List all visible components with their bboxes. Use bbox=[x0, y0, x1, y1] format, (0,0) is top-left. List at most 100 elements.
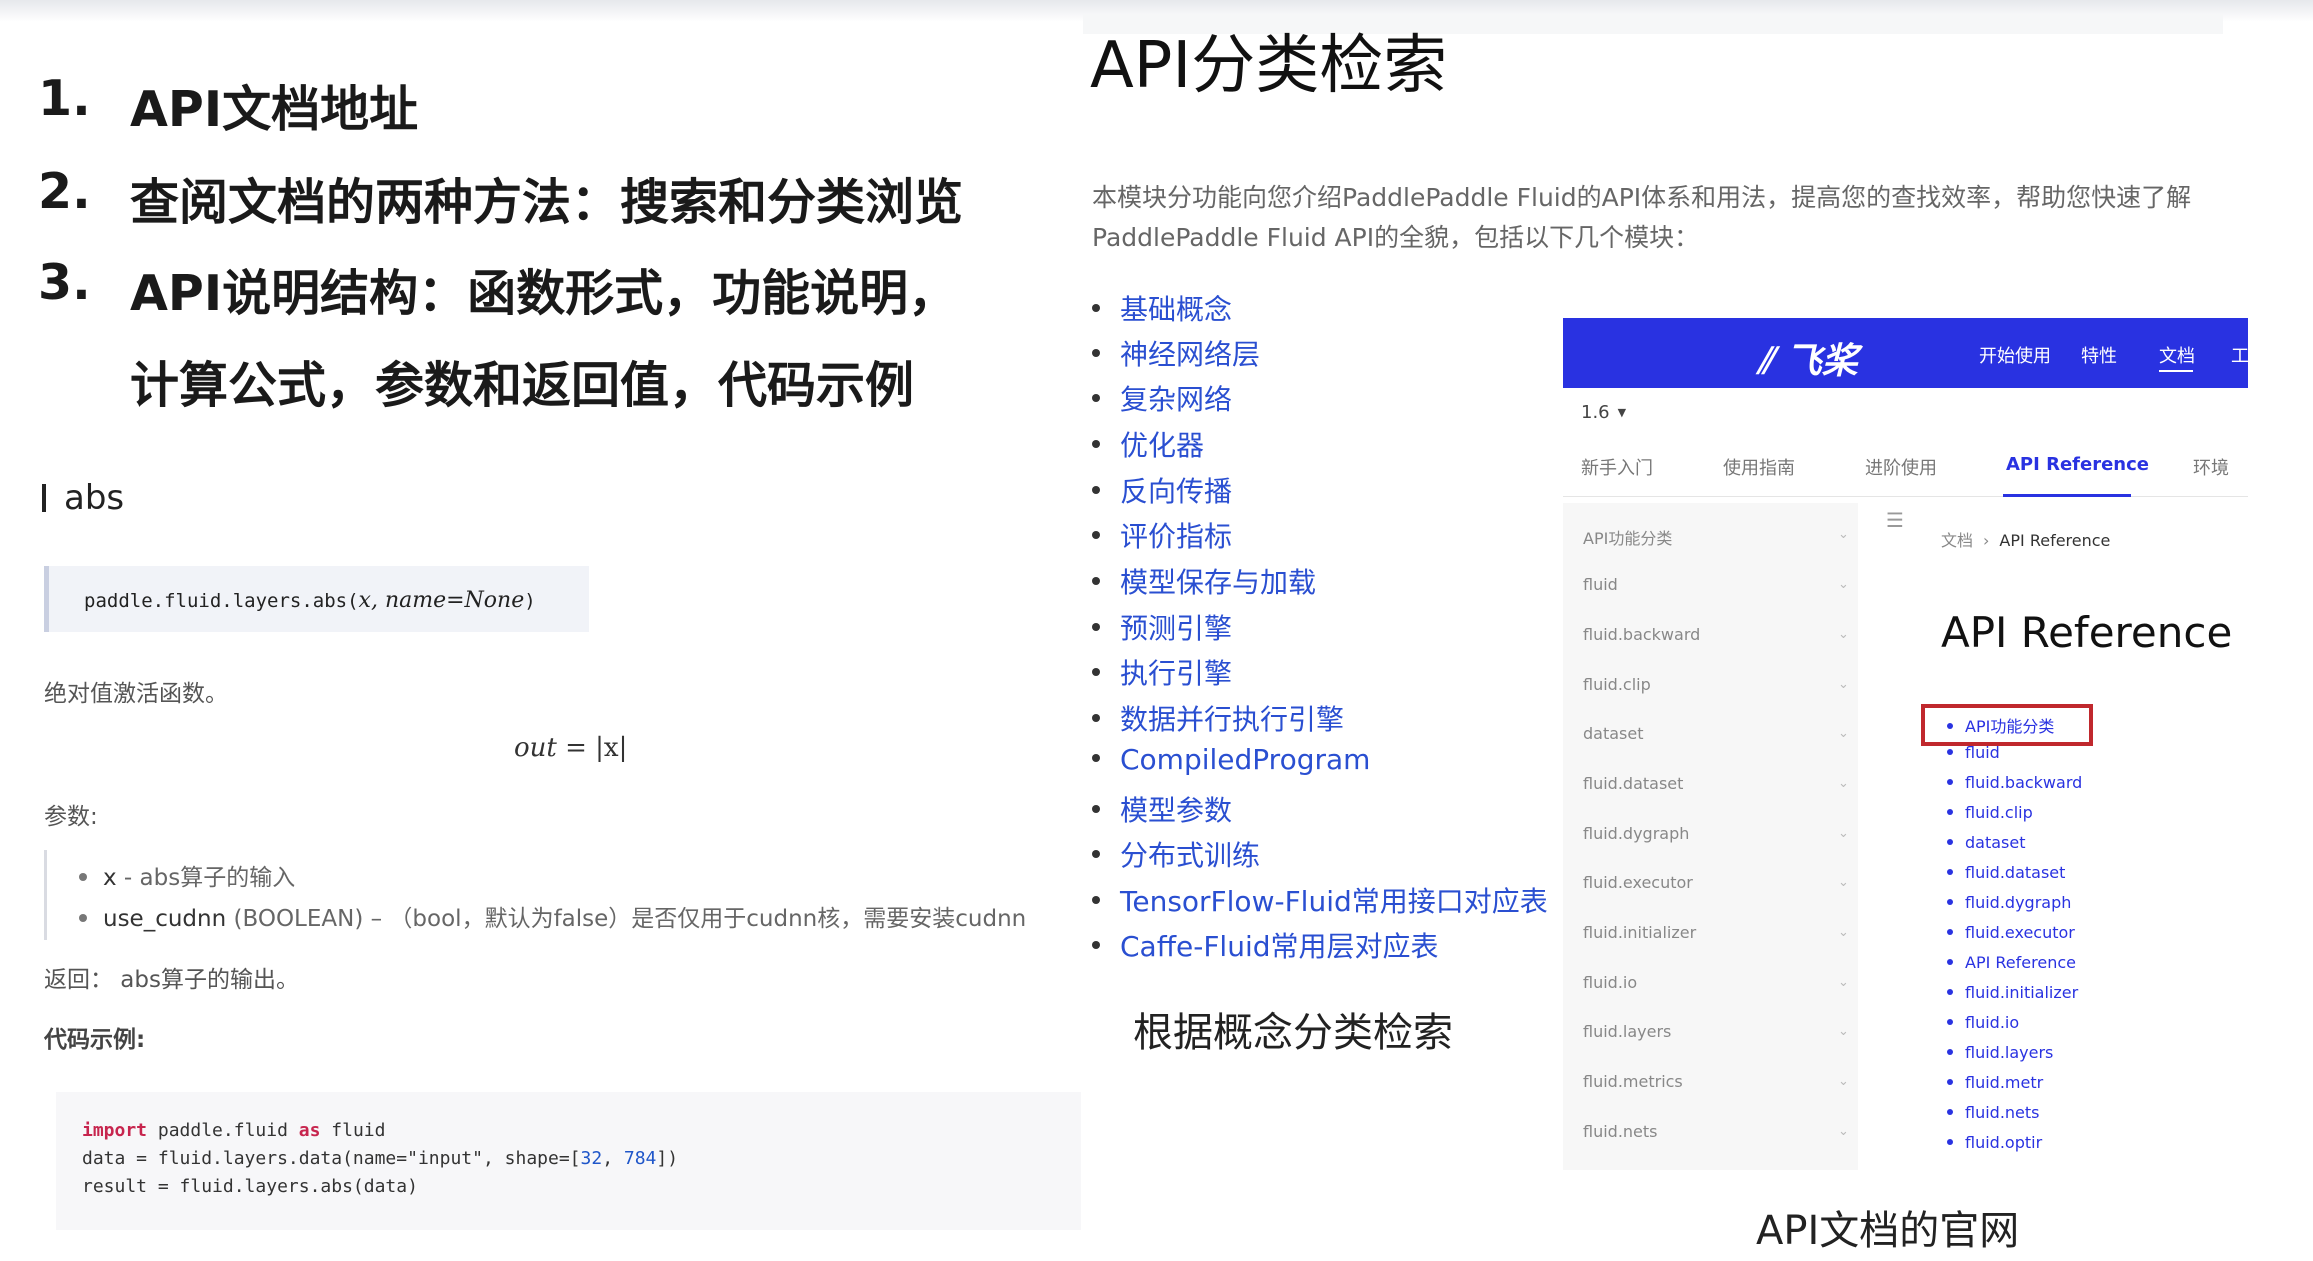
toc-link[interactable]: API Reference bbox=[1947, 953, 2076, 972]
category-link[interactable]: 评价指标 bbox=[1092, 515, 1232, 555]
chevron-down-icon: ⌄ bbox=[1838, 1024, 1849, 1039]
toc-label: fluid.executor bbox=[1965, 923, 2075, 942]
bullet-icon bbox=[1092, 394, 1100, 402]
sidebar-item[interactable]: fluid.io bbox=[1583, 973, 1637, 992]
version-select[interactable]: 1.6 ▼ bbox=[1581, 402, 1626, 423]
category-link[interactable]: 数据并行执行引擎 bbox=[1092, 698, 1344, 738]
sidebar-item[interactable]: fluid.nets bbox=[1583, 1122, 1658, 1141]
bullet-icon bbox=[1092, 531, 1100, 539]
code-line: result = fluid.layers.abs(data) bbox=[82, 1176, 418, 1197]
category-link[interactable]: 复杂网络 bbox=[1092, 378, 1232, 418]
tab-item[interactable]: 进阶使用 bbox=[1865, 454, 1937, 480]
bullet-icon bbox=[1947, 809, 1953, 815]
tab-item[interactable]: 使用指南 bbox=[1723, 454, 1795, 480]
category-link[interactable]: 分布式训练 bbox=[1092, 834, 1260, 874]
bullet-icon bbox=[1947, 959, 1953, 965]
paddle-logo[interactable]: ⫽ 飞桨 bbox=[1757, 332, 1858, 384]
bullet-icon bbox=[1947, 1049, 1953, 1055]
bullet-icon bbox=[79, 873, 87, 881]
toc-label: dataset bbox=[1965, 833, 2026, 852]
chevron-down-icon: ⌄ bbox=[1838, 1074, 1849, 1089]
sidebar-item[interactable]: fluid.executor bbox=[1583, 873, 1693, 892]
outline-text: 计算公式，参数和返回值，代码示例 bbox=[130, 357, 915, 414]
code-text: data = fluid.layers.data(name="input", s… bbox=[82, 1148, 581, 1169]
sidebar-item[interactable]: fluid.layers bbox=[1583, 1022, 1671, 1041]
category-link[interactable]: TensorFlow-Fluid常用接口对应表 bbox=[1092, 880, 1548, 920]
keyword: as bbox=[298, 1120, 321, 1141]
toc-link[interactable]: fluid.dygraph bbox=[1947, 893, 2071, 912]
number: 32 bbox=[580, 1148, 603, 1169]
bullet-icon bbox=[1092, 941, 1100, 949]
sidebar-item[interactable]: API功能分类 bbox=[1583, 525, 1672, 549]
category-link[interactable]: 执行引擎 bbox=[1092, 652, 1232, 692]
sidebar-item[interactable]: fluid.backward bbox=[1583, 625, 1700, 644]
category-label: 优化器 bbox=[1120, 429, 1205, 462]
category-link[interactable]: Caffe-Fluid常用层对应表 bbox=[1092, 925, 1439, 965]
sidebar-item[interactable]: fluid bbox=[1583, 575, 1618, 594]
site-sidebar: API功能分类 ⌄ fluid ⌄ fluid.backward ⌄ fluid.cl… bbox=[1563, 503, 1858, 1170]
outline-text: API说明结构：函数形式，功能说明， bbox=[130, 265, 958, 322]
sidebar-item[interactable]: dataset bbox=[1583, 724, 1644, 743]
formula-lhs: out bbox=[514, 733, 557, 763]
nav-item[interactable]: 文档 bbox=[2159, 342, 2195, 368]
signature-code: paddle.fluid.layers.abs(x, name=None) bbox=[84, 588, 536, 613]
bullet-icon bbox=[1947, 1019, 1953, 1025]
category-link[interactable]: 预测引擎 bbox=[1092, 607, 1232, 647]
category-link[interactable]: 模型参数 bbox=[1092, 789, 1232, 829]
chevron-down-icon: ⌄ bbox=[1838, 875, 1849, 890]
bullet-icon bbox=[1947, 899, 1953, 905]
breadcrumb-root[interactable]: 文档 bbox=[1941, 531, 1973, 550]
toc-link[interactable]: dataset bbox=[1947, 833, 2026, 852]
bullet-icon bbox=[1092, 896, 1100, 904]
toc-link[interactable]: fluid.nets bbox=[1947, 1103, 2040, 1122]
toc-link[interactable]: fluid.clip bbox=[1947, 803, 2033, 822]
tab-item[interactable]: 环境 bbox=[2193, 454, 2229, 480]
category-label: 基础概念 bbox=[1120, 293, 1233, 326]
bullet-icon bbox=[1092, 577, 1100, 585]
nav-item[interactable]: 特性 bbox=[2081, 342, 2117, 368]
code-example-label: 代码示例: bbox=[44, 1027, 146, 1053]
category-link[interactable]: 神经网络层 bbox=[1092, 333, 1260, 373]
category-label: 反向传播 bbox=[1120, 475, 1233, 508]
params-list: x - abs算子的输入 use_cudnn (BOOLEAN) – （bool… bbox=[44, 850, 1027, 940]
category-link[interactable]: 模型保存与加载 bbox=[1092, 561, 1316, 601]
toc-link[interactable]: fluid.optir bbox=[1947, 1133, 2042, 1152]
toc-label: fluid.io bbox=[1965, 1013, 2020, 1032]
category-label: 数据并行执行引擎 bbox=[1120, 703, 1345, 736]
toc-link[interactable]: fluid.metr bbox=[1947, 1073, 2043, 1092]
param-desc: - abs算子的输入 bbox=[116, 865, 296, 891]
sidebar-item[interactable]: fluid.dygraph bbox=[1583, 824, 1689, 843]
category-link[interactable]: 优化器 bbox=[1092, 424, 1204, 464]
toc-link[interactable]: fluid.dataset bbox=[1947, 863, 2065, 882]
category-label: 神经网络层 bbox=[1120, 338, 1261, 371]
menu-icon[interactable]: ☰ bbox=[1886, 508, 1904, 532]
toc-link[interactable]: fluid.initializer bbox=[1947, 983, 2078, 1002]
tab-item[interactable]: 新手入门 bbox=[1581, 454, 1653, 480]
nav-item[interactable]: 工 bbox=[2231, 342, 2248, 368]
abs-description: 绝对值激活函数。 bbox=[44, 681, 228, 707]
category-link[interactable]: CompiledProgram bbox=[1092, 743, 1370, 776]
sidebar-item[interactable]: fluid.metrics bbox=[1583, 1072, 1683, 1091]
bullet-icon bbox=[1947, 1079, 1953, 1085]
params-label: 参数: bbox=[44, 804, 98, 830]
chevron-down-icon: ⌄ bbox=[1838, 925, 1849, 940]
outline-num: 2. bbox=[38, 163, 91, 220]
category-label: 评价指标 bbox=[1120, 520, 1233, 553]
bullet-icon bbox=[1092, 486, 1100, 494]
toc-link[interactable]: fluid.backward bbox=[1947, 773, 2082, 792]
toc-link[interactable]: fluid.layers bbox=[1947, 1043, 2053, 1062]
bullet-icon bbox=[1947, 1109, 1953, 1115]
sidebar-item[interactable]: fluid.dataset bbox=[1583, 774, 1683, 793]
chevron-down-icon: ⌄ bbox=[1838, 975, 1849, 990]
category-link[interactable]: 基础概念 bbox=[1092, 288, 1232, 328]
toc-link[interactable]: fluid.io bbox=[1947, 1013, 2019, 1032]
toc-link[interactable]: fluid.executor bbox=[1947, 923, 2075, 942]
bullet-icon bbox=[1947, 929, 1953, 935]
nav-item[interactable]: 开始使用 bbox=[1979, 342, 2051, 368]
sidebar-item[interactable]: fluid.initializer bbox=[1583, 923, 1696, 942]
tab-api-reference[interactable]: API Reference bbox=[2006, 454, 2149, 475]
category-link[interactable]: 反向传播 bbox=[1092, 470, 1232, 510]
version-value: 1.6 bbox=[1581, 402, 1610, 423]
bullet-icon bbox=[1092, 850, 1100, 858]
sidebar-item[interactable]: fluid.clip bbox=[1583, 675, 1651, 694]
